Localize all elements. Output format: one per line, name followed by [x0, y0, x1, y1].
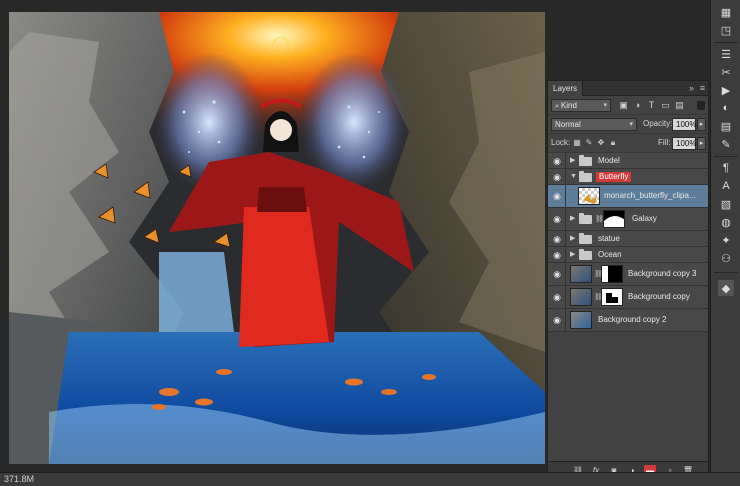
- layer-name: Background copy 3: [628, 269, 697, 278]
- fill-label: Fill:: [658, 138, 671, 147]
- artwork: [9, 12, 545, 464]
- styles-icon[interactable]: ▤: [718, 118, 734, 134]
- fill-field[interactable]: 100%: [672, 137, 696, 150]
- layer-group-butterfly[interactable]: ◉ ▼ Butterfly: [548, 169, 708, 185]
- layer-thumbnail: [570, 288, 592, 306]
- blend-row: Normal ▾ Opacity: 100% ▸: [548, 115, 708, 134]
- layer-background-copy-3[interactable]: ◉ ⛓ Background copy 3: [548, 263, 708, 286]
- lock-label: Lock:: [551, 138, 571, 147]
- layers-tab-bar: Layers » ≡: [548, 81, 708, 96]
- swatches-icon[interactable]: ▧: [718, 196, 734, 212]
- adjustment-filter-icon[interactable]: ◑: [632, 100, 643, 110]
- smart-object-filter-icon[interactable]: ▤: [674, 100, 685, 110]
- tab-layers[interactable]: Layers: [548, 81, 584, 96]
- history-icon[interactable]: ▦: [718, 4, 734, 20]
- layer-name: Galaxy: [632, 214, 657, 223]
- lock-pixels-icon[interactable]: ✎: [584, 138, 594, 148]
- panel-dock: ▦ ◳ ☰ ✂ ▶ ◐ ▤ ✎ ¶ A ▧ ◍ ✦ ⚇ ◆: [710, 0, 740, 486]
- navigator-icon[interactable]: ◳: [718, 22, 734, 38]
- visibility-eye-icon[interactable]: ◉: [551, 214, 563, 224]
- paragraph-icon[interactable]: ¶: [718, 160, 734, 176]
- character-icon[interactable]: A: [718, 178, 734, 194]
- layer-group-ocean[interactable]: ◉ ▶ Ocean: [548, 247, 708, 263]
- photoshop-window: ▦ ◳ ☰ ✂ ▶ ◐ ▤ ✎ ¶ A ▧ ◍ ✦ ⚇ ◆ Layers » ≡…: [0, 0, 740, 486]
- lock-position-icon[interactable]: ✥: [596, 138, 606, 148]
- status-bar: 371.8M: [0, 472, 740, 486]
- visibility-eye-icon[interactable]: ◉: [551, 156, 563, 166]
- layer-thumbnail: [578, 187, 600, 205]
- visibility-eye-icon[interactable]: ◉: [551, 250, 563, 260]
- panel-menu-icon[interactable]: ≡: [700, 81, 705, 96]
- layer-name: Ocean: [598, 249, 622, 259]
- document-size: 371.8M: [4, 474, 35, 484]
- visibility-eye-icon[interactable]: ◉: [551, 269, 563, 279]
- visibility-eye-icon[interactable]: ◉: [551, 191, 563, 201]
- opacity-field[interactable]: 100%: [672, 118, 696, 131]
- opacity-label: Opacity:: [643, 119, 673, 128]
- layers-panel: Layers » ≡ ⌕ Kind ▾ ▣ ◑ T ▭ ▤ Normal ▾ O…: [547, 80, 709, 480]
- layer-monarch-butterfly[interactable]: ◉ monarch_butterfly_clipa...: [548, 185, 708, 208]
- layer-group-galaxy[interactable]: ◉ ▶ ⛓ Galaxy: [548, 208, 708, 231]
- lock-row: Lock: ▦ ✎ ✥ 🔒︎ Fill: 100% ▸: [548, 134, 708, 153]
- image-filter-icon[interactable]: ▣: [618, 100, 629, 110]
- expand-arrow-icon[interactable]: ▶: [570, 156, 575, 166]
- paths-icon[interactable]: ✦: [718, 232, 734, 248]
- folder-icon: [579, 154, 592, 166]
- layer-name: monarch_butterfly_clipa...: [604, 191, 696, 200]
- expand-arrow-icon[interactable]: ▶: [570, 214, 575, 224]
- filter-row: ⌕ Kind ▾ ▣ ◑ T ▭ ▤: [548, 96, 708, 115]
- properties-icon[interactable]: ☰: [718, 46, 734, 62]
- layer-background-copy[interactable]: ◉ ⛓ Background copy: [548, 286, 708, 309]
- expand-arrow-icon[interactable]: ▶: [570, 234, 575, 244]
- expand-arrow-icon[interactable]: ▶: [570, 250, 575, 260]
- collapse-panel-icon[interactable]: »: [689, 81, 694, 96]
- collapse-arrow-icon[interactable]: ▼: [570, 172, 577, 182]
- channels-icon[interactable]: ⚇: [718, 250, 734, 266]
- layer-name: statue: [598, 233, 620, 243]
- shape-filter-icon[interactable]: ▭: [660, 100, 671, 110]
- kind-filter-dropdown[interactable]: ⌕ Kind ▾: [551, 99, 611, 112]
- layer-mask-thumbnail[interactable]: [601, 265, 623, 283]
- layer-list: ◉ ▶ Model ◉ ▼ Butterfly ◉ monarch_butter: [548, 153, 708, 332]
- layer-mask-thumbnail[interactable]: [601, 288, 623, 306]
- fill-slider-toggle[interactable]: ▸: [697, 137, 706, 150]
- layer-background-copy-2[interactable]: ◉ Background copy 2: [548, 309, 708, 332]
- adjustments-icon[interactable]: ◐: [718, 100, 734, 116]
- brushes-icon[interactable]: ✎: [718, 136, 734, 152]
- folder-icon: [579, 248, 592, 260]
- type-filter-icon[interactable]: T: [646, 100, 657, 110]
- filter-toggle[interactable]: [697, 101, 705, 110]
- visibility-eye-icon[interactable]: ◉: [551, 172, 563, 182]
- visibility-eye-icon[interactable]: ◉: [551, 315, 563, 325]
- layer-thumbnail: [570, 265, 592, 283]
- blend-mode-dropdown[interactable]: Normal ▾: [551, 118, 637, 131]
- lock-transparent-icon[interactable]: ▦: [572, 138, 582, 148]
- layer-name: Butterfly: [596, 171, 632, 182]
- visibility-eye-icon[interactable]: ◉: [551, 234, 563, 244]
- layer-thumbnail: [570, 311, 592, 329]
- layer-group-statue[interactable]: ◉ ▶ statue: [548, 231, 708, 247]
- layers-panel-icon[interactable]: ◆: [718, 280, 734, 296]
- opacity-slider-toggle[interactable]: ▸: [697, 118, 706, 131]
- tools-preset-icon[interactable]: ✂: [718, 64, 734, 80]
- folder-icon: [579, 170, 592, 182]
- color-icon[interactable]: ◍: [718, 214, 734, 230]
- folder-icon: [579, 213, 592, 224]
- layer-group-model[interactable]: ◉ ▶ Model: [548, 153, 708, 169]
- layer-name: Model: [598, 155, 620, 165]
- visibility-eye-icon[interactable]: ◉: [551, 292, 563, 302]
- layer-name: Background copy 2: [598, 315, 667, 324]
- layer-mask-thumbnail[interactable]: [603, 210, 625, 228]
- lock-all-icon[interactable]: 🔒︎: [608, 138, 618, 148]
- kind-filter-label: Kind: [560, 101, 577, 110]
- folder-icon: [579, 232, 592, 244]
- layer-name: Background copy: [628, 292, 690, 301]
- actions-icon[interactable]: ▶: [718, 82, 734, 98]
- blend-mode-value: Normal: [555, 120, 581, 129]
- document-canvas[interactable]: [9, 12, 545, 464]
